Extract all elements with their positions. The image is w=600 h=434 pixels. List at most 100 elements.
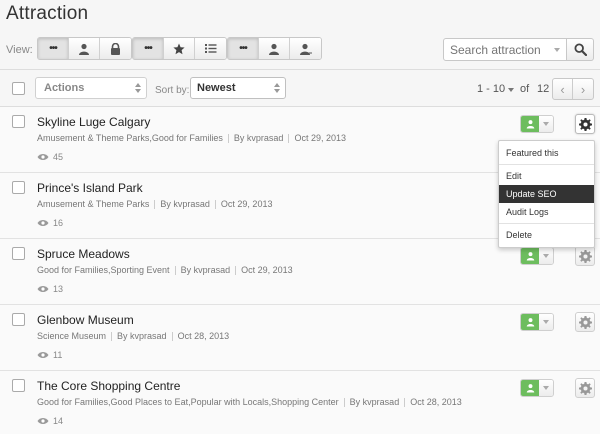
sort-select[interactable]: Newest xyxy=(190,77,286,99)
search-dropdown-caret-icon[interactable] xyxy=(554,48,560,52)
item-author: By kvprasad xyxy=(233,133,284,143)
row-actions-menu: Featured this Edit Update SEO Audit Logs… xyxy=(498,140,595,248)
status-dropdown-toggle[interactable] xyxy=(539,116,553,132)
user-icon xyxy=(526,120,534,129)
view-count: 13 xyxy=(53,284,64,294)
item-date: Oct 29, 2013 xyxy=(220,199,273,209)
row-checkbox[interactable] xyxy=(12,313,25,326)
status-published xyxy=(521,380,539,396)
filter-list-button[interactable] xyxy=(195,38,226,59)
item-categories: Amusement & Theme Parks,Good for Familie… xyxy=(37,133,223,143)
status-published xyxy=(521,248,539,264)
list-item: Glenbow Museum Science Museum By kvprasad… xyxy=(0,305,600,371)
item-meta: Good for Families,Sporting Event By kvpra… xyxy=(37,265,293,276)
user-icon xyxy=(526,252,534,261)
view-filter-group-3: ••• xyxy=(227,37,322,60)
view-all-button[interactable]: ••• xyxy=(38,38,69,59)
item-meta: Amusement & Theme Parks,Good for Familie… xyxy=(37,133,346,144)
item-categories: Good for Families,Good Places to Eat,Pop… xyxy=(37,397,339,407)
pager-range[interactable]: 1 - 10 xyxy=(477,83,505,95)
view-locked-button[interactable] xyxy=(100,38,131,59)
menu-item-delete[interactable]: Delete xyxy=(499,226,594,244)
item-categories: Good for Families,Sporting Event xyxy=(37,265,170,275)
pager-dropdown-caret-icon[interactable] xyxy=(508,88,514,92)
meta-divider xyxy=(154,200,156,210)
sort-by-label: Sort by: xyxy=(155,85,190,96)
item-author: By kvprasad xyxy=(117,331,167,341)
status-dropdown-toggle[interactable] xyxy=(539,380,553,396)
eye-icon xyxy=(37,352,49,358)
meta-divider xyxy=(171,332,173,342)
status-button[interactable] xyxy=(520,379,554,397)
actions-select[interactable]: Actions xyxy=(35,77,147,99)
filter-all-button[interactable]: ••• xyxy=(133,38,164,59)
item-title[interactable]: Glenbow Museum xyxy=(37,313,134,327)
search-input[interactable] xyxy=(443,38,567,61)
more-dots-icon: ••• xyxy=(144,42,152,54)
list-item: Spruce Meadows Good for Families,Sportin… xyxy=(0,239,600,305)
status-button[interactable] xyxy=(520,313,554,331)
meta-divider xyxy=(343,398,345,408)
list-item: The Core Shopping Centre Good for Famili… xyxy=(0,371,600,434)
row-checkbox[interactable] xyxy=(12,379,25,392)
sort-select-value: Newest xyxy=(197,82,236,94)
prev-page-button[interactable]: ‹ xyxy=(553,79,573,99)
view-mine-button[interactable] xyxy=(69,38,100,59)
status-dropdown-toggle[interactable] xyxy=(539,248,553,264)
item-views: 16 xyxy=(37,218,63,228)
row-settings-button[interactable] xyxy=(575,246,595,266)
item-title[interactable]: Prince's Island Park xyxy=(37,181,143,195)
row-settings-button[interactable] xyxy=(575,114,595,134)
item-date: Oct 28, 2013 xyxy=(177,331,230,341)
toolbar: View: ••• ••• ••• xyxy=(0,30,600,70)
meta-divider xyxy=(111,332,113,342)
view-count: 45 xyxy=(53,152,64,162)
row-checkbox[interactable] xyxy=(12,181,25,194)
row-checkbox[interactable] xyxy=(12,247,25,260)
row-settings-button[interactable] xyxy=(575,312,595,332)
author-all-button[interactable]: ••• xyxy=(228,38,259,59)
pager-of-label: of xyxy=(520,83,530,95)
filter-featured-button[interactable] xyxy=(164,38,195,59)
search-button[interactable] xyxy=(567,38,594,61)
meta-divider xyxy=(288,134,290,144)
item-author: By kvprasad xyxy=(349,397,400,407)
eye-icon xyxy=(37,220,49,226)
lock-icon xyxy=(111,42,120,55)
chevron-left-icon: ‹ xyxy=(560,81,565,97)
user-icon xyxy=(79,43,89,55)
view-count: 16 xyxy=(53,218,64,228)
page-header: Attraction xyxy=(0,0,600,30)
menu-item-edit[interactable]: Edit xyxy=(499,167,594,185)
status-button[interactable] xyxy=(520,247,554,265)
star-icon xyxy=(173,43,185,54)
menu-divider xyxy=(499,164,594,165)
item-views: 14 xyxy=(37,416,63,426)
select-all-checkbox[interactable] xyxy=(12,82,25,95)
author-others-button[interactable] xyxy=(290,38,321,59)
item-date: Oct 29, 2013 xyxy=(294,133,346,143)
select-arrows-icon xyxy=(135,83,141,93)
item-title[interactable]: Skyline Luge Calgary xyxy=(37,115,150,129)
status-button[interactable] xyxy=(520,115,554,133)
author-me-button[interactable] xyxy=(259,38,290,59)
menu-item-audit-logs[interactable]: Audit Logs xyxy=(499,203,594,221)
status-published xyxy=(521,116,539,132)
gear-icon xyxy=(578,315,592,329)
item-title[interactable]: The Core Shopping Centre xyxy=(37,379,180,393)
next-page-button[interactable]: › xyxy=(573,79,593,99)
item-title[interactable]: Spruce Meadows xyxy=(37,247,130,261)
eye-icon xyxy=(37,418,49,424)
menu-item-update-seo[interactable]: Update SEO xyxy=(499,185,594,203)
row-settings-button[interactable] xyxy=(575,378,595,398)
item-views: 45 xyxy=(37,152,63,162)
gear-icon xyxy=(578,249,592,263)
status-dropdown-toggle[interactable] xyxy=(539,314,553,330)
gear-icon xyxy=(578,381,592,395)
row-checkbox[interactable] xyxy=(12,115,25,128)
menu-item-featured[interactable]: Featured this xyxy=(499,144,594,162)
meta-divider xyxy=(214,200,216,210)
eye-icon xyxy=(37,286,49,292)
meta-divider xyxy=(404,398,406,408)
search-icon xyxy=(573,43,587,56)
